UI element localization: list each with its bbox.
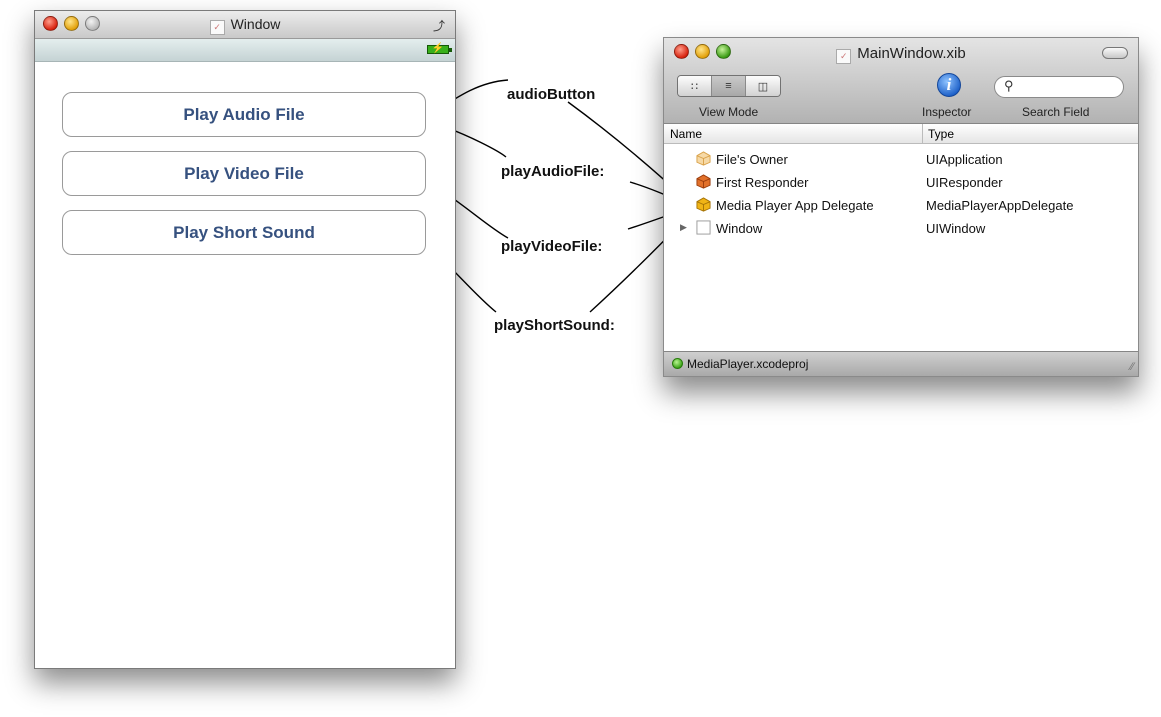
xib-window-title-text: MainWindow.xib	[857, 45, 966, 62]
xib-toolbar: ✓ MainWindow.xib ∷ ≡ ◫ i ⚲ View Mode Insp…	[664, 38, 1138, 124]
column-header: Name Type	[664, 124, 1138, 144]
connection-label-audiobutton: audioButton	[507, 86, 596, 103]
view-mode-label: View Mode	[699, 105, 759, 119]
play-video-file-button[interactable]: Play Video File	[62, 151, 426, 196]
row-type: UIApplication	[926, 152, 1003, 167]
project-name[interactable]: MediaPlayer.xcodeproj	[687, 357, 808, 371]
ios-status-bar: ⚡	[35, 39, 455, 62]
files-owner-cube-icon	[696, 151, 711, 166]
ios-window: ✓ Window ⤴ ⚡ Play Audio File Play Video F…	[34, 10, 456, 669]
icon-view-icon[interactable]: ∷	[678, 76, 712, 96]
first-responder-cube-icon	[696, 174, 711, 189]
inspector-icon[interactable]: i	[937, 73, 961, 97]
document-icon: ✓	[209, 20, 225, 35]
toolbar-toggle-button[interactable]	[1102, 47, 1128, 59]
column-header-type[interactable]: Type	[928, 127, 954, 141]
xib-window-title: ✓ MainWindow.xib	[664, 45, 1138, 64]
xib-document-window: ✓ MainWindow.xib ∷ ≡ ◫ i ⚲ View Mode Insp…	[663, 37, 1139, 377]
list-view-icon[interactable]: ≡	[712, 76, 746, 96]
window-title-text: Window	[230, 16, 281, 32]
battery-icon: ⚡	[427, 43, 452, 54]
inspector-label: Inspector	[922, 105, 972, 119]
list-row-window[interactable]: ▶ Window UIWindow	[664, 217, 1138, 240]
row-type: UIWindow	[926, 221, 986, 236]
search-icon: ⚲	[1004, 78, 1014, 93]
search-field[interactable]: ⚲	[994, 76, 1124, 98]
column-divider[interactable]	[922, 124, 923, 143]
xib-document-icon: ✓	[836, 49, 852, 64]
play-short-sound-button[interactable]: Play Short Sound	[62, 210, 426, 255]
list-row-first-responder[interactable]: First Responder UIResponder	[664, 171, 1138, 194]
rotate-arrow-icon[interactable]: ⤴	[433, 17, 445, 34]
row-name: Window	[716, 221, 763, 236]
search-field-label: Search Field	[1022, 105, 1090, 119]
app-delegate-cube-icon	[696, 197, 711, 212]
disclosure-triangle-icon[interactable]: ▶	[680, 222, 687, 233]
project-status-bar: MediaPlayer.xcodeproj ∕∕	[664, 351, 1138, 376]
window-icon	[696, 220, 711, 235]
connection-label-playshortsound: playShortSound:	[494, 317, 615, 334]
row-name: Media Player App Delegate	[716, 198, 874, 213]
window-title: ✓ Window	[35, 16, 455, 35]
project-status-icon	[672, 358, 683, 369]
list-row-media-player-app-delegate[interactable]: Media Player App Delegate MediaPlayerApp…	[664, 194, 1138, 217]
list-row-files-owner[interactable]: File's Owner UIApplication	[664, 148, 1138, 171]
resize-grip-icon[interactable]: ∕∕	[1130, 361, 1134, 373]
row-type: MediaPlayerAppDelegate	[926, 198, 1074, 213]
connection-label-playvideofile: playVideoFile:	[501, 238, 603, 255]
window-titlebar: ✓ Window ⤴	[35, 11, 455, 39]
column-view-icon[interactable]: ◫	[746, 76, 780, 96]
row-name: File's Owner	[716, 152, 788, 167]
view-mode-segmented-control[interactable]: ∷ ≡ ◫	[677, 75, 781, 97]
row-name: First Responder	[716, 175, 809, 190]
play-audio-file-button[interactable]: Play Audio File	[62, 92, 426, 137]
connection-label-playaudiofile: playAudioFile:	[501, 163, 605, 180]
row-type: UIResponder	[926, 175, 1003, 190]
column-header-name[interactable]: Name	[670, 127, 702, 141]
